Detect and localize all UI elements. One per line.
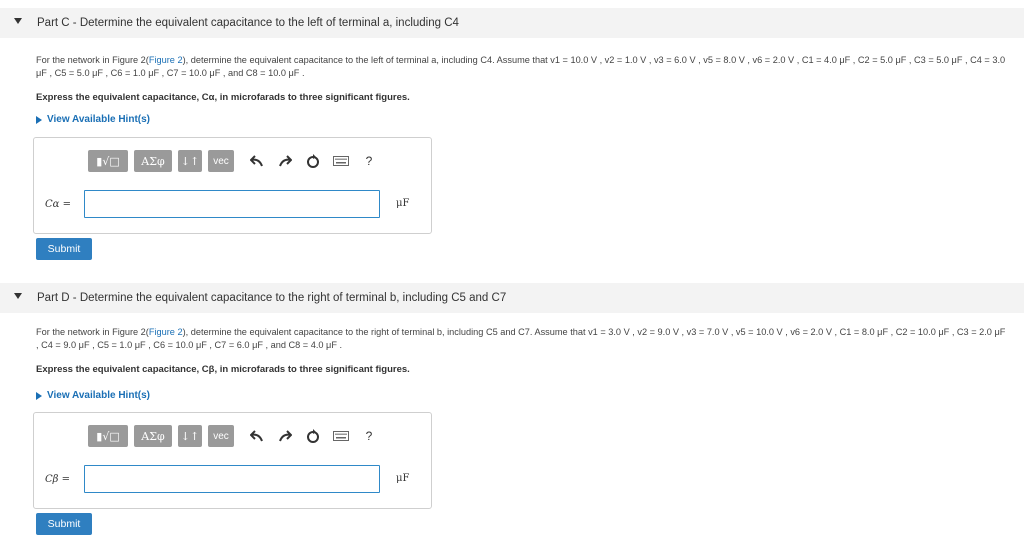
updown-button[interactable]: ↓↑	[178, 425, 202, 447]
hint-label: View Available Hint(s)	[47, 114, 150, 125]
part-d-hint-toggle[interactable]: View Available Hint(s)	[36, 390, 150, 401]
part-d-title: Part D - Determine the equivalent capaci…	[37, 292, 507, 304]
part-c-title: Part C - Determine the equivalent capaci…	[37, 17, 459, 29]
math-toolbar: ▮√□ ΑΣφ ↓↑ vec ?	[88, 150, 380, 172]
math-toolbar: ▮√□ ΑΣφ ↓↑ vec ?	[88, 425, 380, 447]
help-icon[interactable]: ?	[358, 425, 380, 447]
expand-caret-icon	[36, 115, 42, 124]
part-c-answer-box: ▮√□ ΑΣφ ↓↑ vec ? Cα = μF	[33, 137, 432, 234]
part-d-answer-box: ▮√□ ΑΣφ ↓↑ vec ? Cβ = μF	[33, 412, 432, 509]
part-c-submit-button[interactable]: Submit	[36, 238, 92, 260]
figure-link[interactable]: Figure 2	[149, 327, 183, 337]
updown-button[interactable]: ↓↑	[178, 150, 202, 172]
reset-icon[interactable]	[302, 425, 324, 447]
part-d-prompt: Express the equivalent capacitance, Cβ, …	[36, 364, 410, 375]
templates-button[interactable]: ▮√□	[88, 425, 128, 447]
part-c-problem-text: For the network in Figure 2(Figure 2), d…	[36, 55, 1006, 78]
symbols-button[interactable]: ΑΣφ	[134, 150, 172, 172]
undo-icon[interactable]	[246, 425, 268, 447]
part-d-problem-text: For the network in Figure 2(Figure 2), d…	[36, 327, 1006, 350]
c-beta-input[interactable]	[84, 465, 380, 493]
keyboard-icon[interactable]	[330, 150, 352, 172]
c-beta-label: Cβ =	[45, 474, 70, 485]
symbols-button[interactable]: ΑΣφ	[134, 425, 172, 447]
unit-label: μF	[396, 198, 410, 209]
unit-label: μF	[396, 473, 410, 484]
redo-icon[interactable]	[274, 150, 296, 172]
help-icon[interactable]: ?	[358, 150, 380, 172]
vector-button[interactable]: vec	[208, 425, 234, 447]
reset-icon[interactable]	[302, 150, 324, 172]
part-c-header[interactable]: Part C - Determine the equivalent capaci…	[0, 8, 1024, 38]
collapse-caret-icon[interactable]	[14, 293, 22, 299]
c-alpha-input[interactable]	[84, 190, 380, 218]
redo-icon[interactable]	[274, 425, 296, 447]
vector-button[interactable]: vec	[208, 150, 234, 172]
expand-caret-icon	[36, 391, 42, 400]
part-c-hint-toggle[interactable]: View Available Hint(s)	[36, 114, 150, 125]
collapse-caret-icon[interactable]	[14, 18, 22, 24]
keyboard-icon[interactable]	[330, 425, 352, 447]
undo-icon[interactable]	[246, 150, 268, 172]
part-d-submit-button[interactable]: Submit	[36, 513, 92, 535]
figure-link[interactable]: Figure 2	[149, 55, 183, 65]
templates-button[interactable]: ▮√□	[88, 150, 128, 172]
part-d-header[interactable]: Part D - Determine the equivalent capaci…	[0, 283, 1024, 313]
hint-label: View Available Hint(s)	[47, 390, 150, 401]
part-c-prompt: Express the equivalent capacitance, Cα, …	[36, 92, 410, 103]
c-alpha-label: Cα =	[45, 199, 71, 210]
